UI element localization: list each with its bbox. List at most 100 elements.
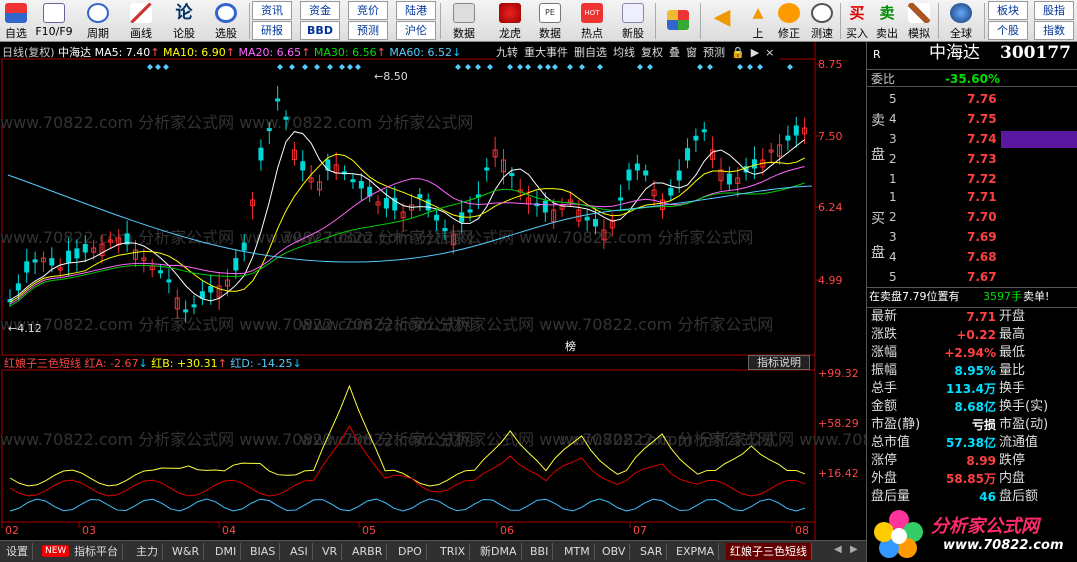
- candle-body: [785, 135, 791, 141]
- lock-icon[interactable]: 🔒: [731, 46, 745, 59]
- tool-major-events[interactable]: 重大事件: [524, 46, 568, 59]
- stock-index-tab[interactable]: 股指: [1034, 1, 1074, 20]
- tab-new-dma[interactable]: 新DMA: [476, 543, 522, 560]
- indicator-help-button[interactable]: 指标说明: [748, 355, 810, 370]
- auction-tab[interactable]: 竞价: [348, 1, 388, 20]
- order-row[interactable]: 4 7.75: [867, 110, 1077, 128]
- candle-body: [542, 200, 548, 213]
- tab-sar[interactable]: SAR: [636, 543, 668, 560]
- tab-asi[interactable]: ASI: [286, 543, 313, 560]
- tool-nine-turn[interactable]: 九转: [496, 46, 518, 59]
- globe-icon: [950, 3, 972, 23]
- correct-label: 修正: [778, 27, 800, 40]
- tool-adjust[interactable]: 复权: [641, 46, 663, 59]
- news-tab[interactable]: 资讯: [252, 1, 292, 20]
- order-row[interactable]: 3 7.69: [867, 228, 1077, 246]
- order-row[interactable]: 2 7.73: [867, 150, 1077, 168]
- bbd-tab[interactable]: BBD: [300, 21, 340, 40]
- close-icon[interactable]: ×: [765, 46, 774, 59]
- f10-button[interactable]: F10/F9: [33, 0, 75, 42]
- tab-bias[interactable]: BIAS: [246, 543, 281, 560]
- order-row[interactable]: 1 7.71: [867, 188, 1077, 206]
- sell-button[interactable]: 卖卖出: [873, 0, 901, 42]
- watchlist-button[interactable]: 自选: [1, 0, 31, 42]
- chart-area[interactable]: www.70822.com 分析家公式网 www.70822.com 分析家公式…: [0, 42, 866, 540]
- single-stock-tab[interactable]: 个股: [988, 21, 1028, 40]
- tab-dmi[interactable]: DMI: [211, 543, 242, 560]
- order-row[interactable]: 3 7.74: [867, 130, 1077, 148]
- pe-data-button[interactable]: PE 数据: [530, 0, 570, 42]
- global-button[interactable]: 全球: [941, 0, 981, 42]
- funds-tab[interactable]: 资金: [300, 1, 340, 20]
- indicator-tabs: 设置 NEW 指标平台 主力 W&R DMI BIAS ASI VR ARBR …: [0, 540, 866, 562]
- tab-mtm[interactable]: MTM: [560, 543, 595, 560]
- watermark-text: www.70822.com 分析家公式网 www.70822.com 分析家公式…: [560, 430, 866, 449]
- hk-connect-tab[interactable]: 陆港: [396, 1, 436, 20]
- candle-body: [191, 304, 197, 308]
- research-tab[interactable]: 研报: [252, 21, 292, 40]
- candle-body: [584, 216, 590, 221]
- order-price: 7.68: [967, 250, 997, 264]
- scroll-right-icon[interactable]: ▶: [850, 544, 858, 555]
- correct-button[interactable]: 修正: [773, 0, 805, 42]
- tab-expma[interactable]: EXPMA: [672, 543, 720, 560]
- ipo-button[interactable]: 新股: [614, 0, 652, 42]
- tab-settings[interactable]: 设置: [2, 543, 33, 560]
- tab-indicator-platform[interactable]: 指标平台: [70, 543, 123, 560]
- tab-obv[interactable]: OBV: [598, 543, 631, 560]
- candle-body: [626, 169, 632, 181]
- tab-main-force[interactable]: 主力: [132, 543, 163, 560]
- order-row[interactable]: 5 7.76: [867, 90, 1077, 108]
- indicator-d: 红D: -14.25: [230, 357, 293, 370]
- tab-dpo[interactable]: DPO: [394, 543, 427, 560]
- field-label: 涨跌: [871, 327, 898, 342]
- buy-button[interactable]: 买买入: [843, 0, 871, 42]
- shanghai-london-tab[interactable]: 沪伦: [396, 21, 436, 40]
- candle-body: [15, 283, 21, 291]
- scroll-left-icon[interactable]: ◀: [834, 544, 842, 555]
- back-button[interactable]: ◀: [704, 0, 740, 42]
- simulate-button[interactable]: 模拟: [903, 0, 935, 42]
- order-price: 7.73: [967, 152, 997, 166]
- tool-remove-watchlist[interactable]: 删自选: [574, 46, 607, 59]
- tab-arbr[interactable]: ARBR: [348, 543, 388, 560]
- order-price: 7.72: [967, 172, 997, 186]
- price-label: 6.24: [818, 201, 843, 214]
- order-level: 1: [889, 172, 897, 186]
- draw-button[interactable]: 画线: [122, 0, 160, 42]
- dragon-tiger-button[interactable]: 龙虎: [490, 0, 530, 42]
- order-row[interactable]: 5 7.67: [867, 268, 1077, 286]
- up-button[interactable]: ▲ 上: [743, 0, 773, 42]
- order-row[interactable]: 4 7.68: [867, 248, 1077, 266]
- tab-trix[interactable]: TRIX: [436, 543, 471, 560]
- event-diamond: [163, 64, 169, 70]
- forecast-tab[interactable]: 预测: [348, 21, 388, 40]
- speed-test-button[interactable]: 测速: [806, 0, 838, 42]
- sector-tab[interactable]: 板块: [988, 1, 1028, 20]
- tab-wr[interactable]: W&R: [168, 543, 205, 560]
- tool-window[interactable]: 窗: [686, 46, 697, 59]
- order-level: 4: [889, 250, 897, 264]
- magnifier-icon: [215, 3, 237, 23]
- hot-button[interactable]: HOT 热点: [572, 0, 612, 42]
- tool-forecast[interactable]: 预测: [703, 46, 725, 59]
- field-label: 振幅: [871, 363, 898, 378]
- data-button[interactable]: 数据: [444, 0, 484, 42]
- screen-button[interactable]: 选股: [206, 0, 246, 42]
- tab-vr[interactable]: VR: [318, 543, 343, 560]
- order-row[interactable]: 1 7.72: [867, 170, 1077, 188]
- order-price: 7.76: [967, 92, 997, 106]
- tab-hongniangzi[interactable]: 红娘子三色短线: [726, 543, 812, 560]
- period-button[interactable]: 周期: [78, 0, 118, 42]
- tool-ma[interactable]: 均线: [613, 46, 635, 59]
- event-diamond: [465, 64, 471, 70]
- tool-overlay[interactable]: 叠: [669, 46, 680, 59]
- order-row[interactable]: 2 7.70: [867, 208, 1077, 226]
- index-tab[interactable]: 指数: [1034, 21, 1074, 40]
- event-diamond: [147, 64, 153, 70]
- forum-button[interactable]: 论论股: [165, 0, 203, 42]
- candle-body: [701, 129, 707, 133]
- arrow-right-icon[interactable]: ▶: [751, 46, 759, 59]
- tab-bbi[interactable]: BBI: [526, 543, 554, 560]
- color-button[interactable]: [660, 0, 696, 42]
